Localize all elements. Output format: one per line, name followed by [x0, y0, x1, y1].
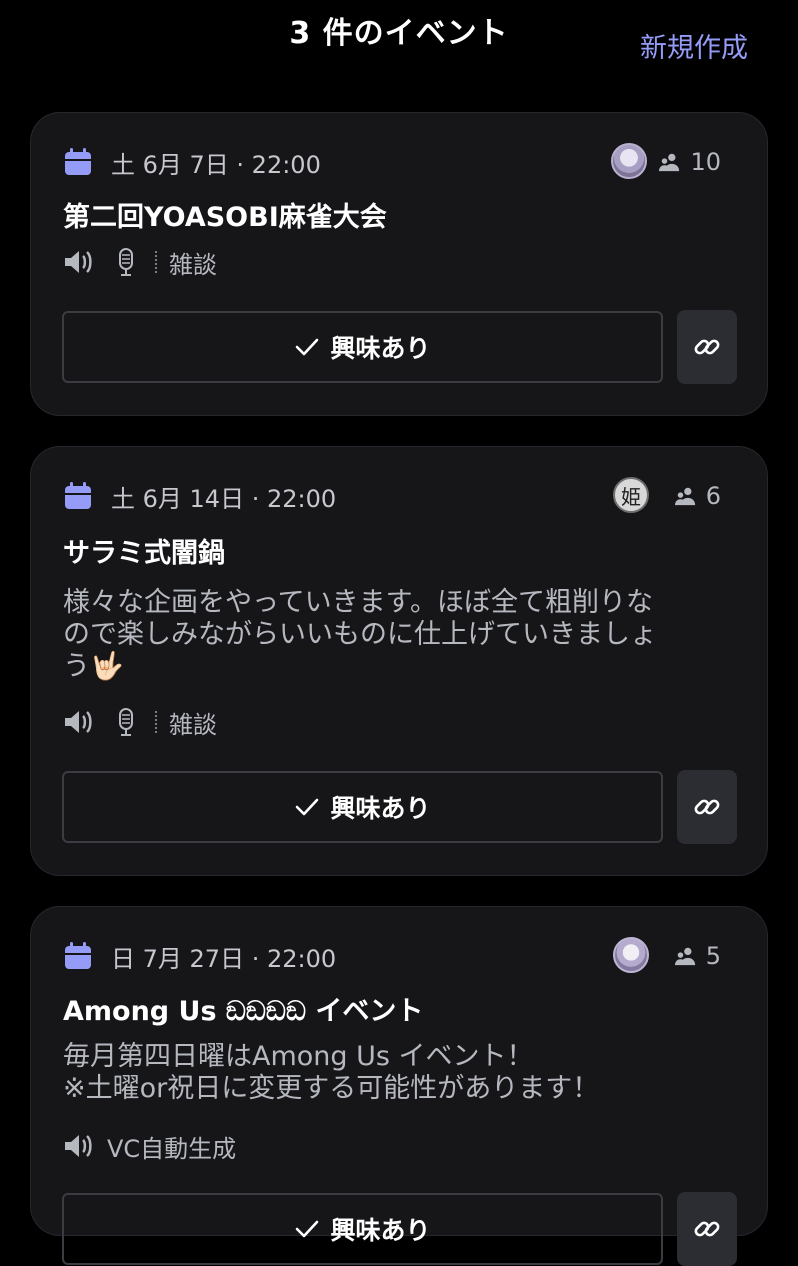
calendar-icon — [65, 148, 91, 175]
header: 3 件のイベント 新規作成 — [0, 0, 798, 100]
interested-count-value: 5 — [705, 942, 721, 970]
check-icon — [296, 1220, 319, 1238]
divider — [155, 251, 157, 273]
event-date-row: 土 6月 14日 · 22:00 — [63, 481, 337, 513]
voice-channel-icon — [65, 1135, 92, 1157]
event-location: VC自動生成 — [63, 1129, 236, 1163]
interested-button[interactable]: 興味あり — [62, 1193, 663, 1265]
avatar-glyph: 姫 — [621, 484, 641, 509]
link-icon — [694, 799, 720, 815]
event-card[interactable]: 土 6月 7日 · 22:00 10 第二回YOASOBI麻雀大会 雑談 興味あ… — [30, 112, 768, 416]
event-card[interactable]: 日 7月 27日 · 22:00 5 Among Us ඞඞඞඞ イベント 毎月… — [30, 906, 768, 1266]
channel-name: 雑談 — [169, 710, 217, 739]
new-event-button[interactable]: 新規作成 — [640, 26, 748, 65]
interested-button-label: 興味あり — [330, 1216, 431, 1245]
voice-channel-icon — [65, 711, 92, 733]
event-date-row: 日 7月 27日 · 22:00 — [63, 941, 337, 973]
divider — [155, 711, 157, 733]
interested-button-label: 興味あり — [330, 334, 431, 363]
interested-count: 6 — [674, 481, 721, 511]
check-icon — [296, 338, 319, 356]
description-line: ※土曜or祝日に変更する可能性があります！ — [63, 1073, 600, 1104]
event-title: 第二回YOASOBI麻雀大会 — [63, 202, 387, 233]
voice-channel-icon — [65, 251, 92, 273]
channel-name: VC自動生成 — [107, 1134, 237, 1163]
calendar-icon — [65, 482, 91, 509]
interested-count: 5 — [674, 941, 721, 971]
people-icon — [674, 487, 695, 506]
creator-avatar[interactable] — [613, 937, 649, 973]
creator-avatar[interactable] — [611, 143, 647, 179]
event-location: 雑談 — [63, 245, 217, 279]
event-date: 日 7月 27日 · 22:00 — [111, 944, 337, 973]
calendar-icon — [65, 942, 91, 969]
event-card[interactable]: 土 6月 14日 · 22:00 姫 6 サラミ式闇鍋 様々な企画をやっていきま… — [30, 446, 768, 876]
interested-count: 10 — [659, 147, 721, 177]
event-date: 土 6月 7日 · 22:00 — [111, 150, 321, 179]
event-date: 土 6月 14日 · 22:00 — [111, 484, 337, 513]
channel-name: 雑談 — [169, 250, 217, 279]
event-description: 様々な企画をやっていきます。ほぼ全て粗削りな ので楽しみながらいいものに仕上げて… — [63, 587, 723, 683]
stage-mic-icon — [119, 248, 133, 276]
copy-link-button[interactable] — [677, 770, 737, 844]
link-icon — [694, 1221, 720, 1237]
people-icon — [659, 153, 680, 172]
event-title: サラミ式闇鍋 — [63, 538, 225, 569]
event-description: 毎月第四日曜はAmong Us イベント！ ※土曜or祝日に変更する可能性があり… — [63, 1041, 723, 1105]
interested-count-value: 6 — [705, 482, 721, 510]
check-icon — [296, 798, 319, 816]
event-date-row: 土 6月 7日 · 22:00 — [63, 147, 321, 179]
interested-count-value: 10 — [690, 148, 721, 176]
description-line: ので楽しみながらいいものに仕上げていきましょ — [63, 619, 657, 650]
interested-button[interactable]: 興味あり — [62, 771, 663, 843]
event-location: 雑談 — [63, 705, 217, 739]
description-line: う🤟🏻 — [63, 651, 124, 682]
description-line: 毎月第四日曜はAmong Us イベント！ — [63, 1041, 534, 1072]
creator-avatar[interactable]: 姫 — [613, 477, 649, 513]
people-icon — [674, 947, 695, 966]
description-line: 様々な企画をやっていきます。ほぼ全て粗削りな — [63, 587, 653, 618]
event-title: Among Us ඞඞඞඞ イベント — [63, 996, 424, 1027]
stage-mic-icon — [119, 708, 133, 736]
link-icon — [694, 339, 720, 355]
interested-button[interactable]: 興味あり — [62, 311, 663, 383]
copy-link-button[interactable] — [677, 1192, 737, 1266]
interested-button-label: 興味あり — [330, 794, 431, 823]
copy-link-button[interactable] — [677, 310, 737, 384]
